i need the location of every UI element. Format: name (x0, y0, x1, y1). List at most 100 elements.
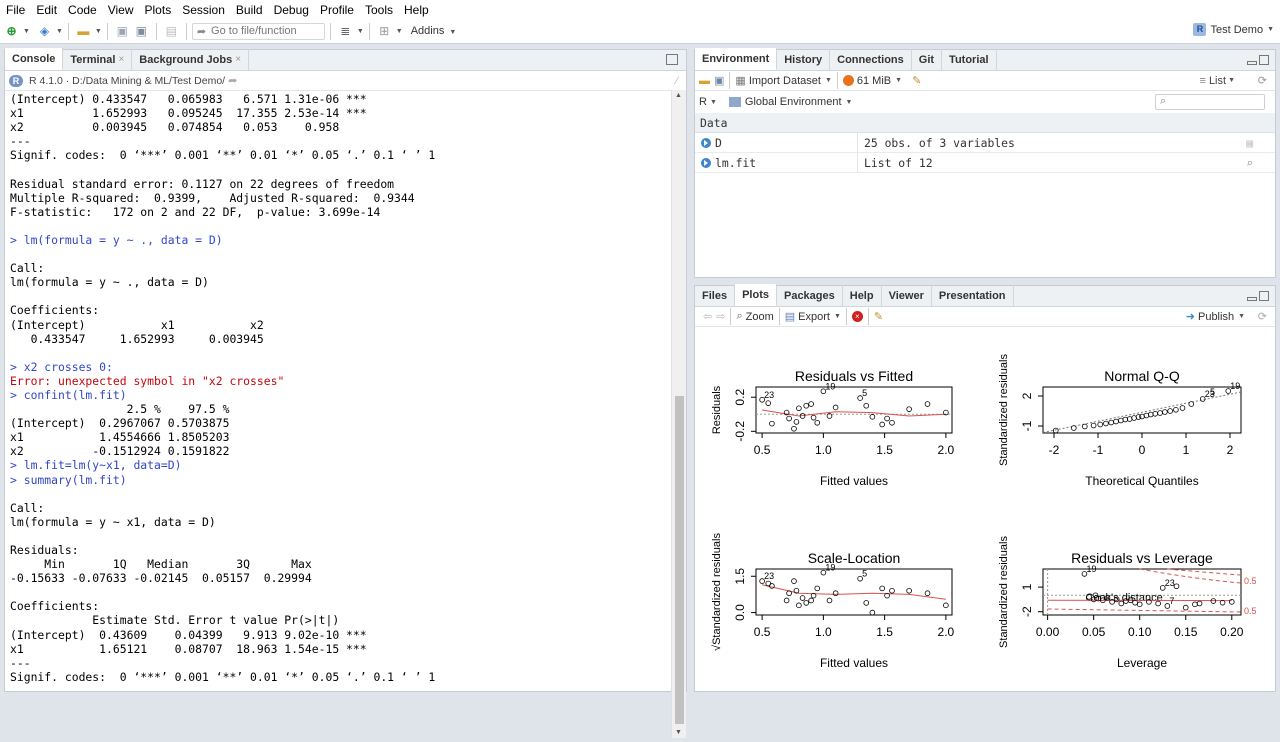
workspace-panes-icon[interactable]: ⊞ (376, 23, 393, 40)
point-label: 5 (862, 388, 867, 398)
refresh-icon[interactable]: ⟳ (1258, 74, 1267, 87)
broom-icon[interactable]: ✎ (912, 74, 921, 87)
tab-help[interactable]: Help (843, 285, 882, 306)
y-axis-label: Standardized residuals (998, 536, 1010, 648)
close-icon[interactable]: × (235, 54, 241, 65)
back-arrow-icon[interactable]: ⇦ (703, 310, 712, 323)
forward-arrow-icon[interactable]: ⇨ (716, 310, 725, 323)
tab-console[interactable]: Console (5, 48, 63, 70)
env-toolbar: ▬ ▣ ▦Import Dataset▼ 61 MiB▼ ✎ ≡List▼ ⟳ (695, 71, 1275, 91)
menu-file[interactable]: File (2, 3, 32, 17)
env-window-buttons[interactable] (1247, 55, 1269, 65)
load-workspace-icon[interactable]: ▬ (699, 75, 710, 87)
maximize-icon[interactable] (1259, 55, 1269, 65)
list-view-button[interactable]: ≡List▼ (1200, 75, 1235, 87)
language-select[interactable]: R▼ (699, 96, 717, 108)
env-search-input[interactable]: ⌕ (1155, 94, 1265, 110)
maximize-icon[interactable] (1259, 291, 1269, 301)
maximize-icon[interactable] (666, 54, 678, 65)
menu-profile[interactable]: Profile (316, 3, 361, 17)
tab-environment[interactable]: Environment (695, 48, 777, 70)
grid-view-icon[interactable]: ▦ (1246, 136, 1253, 150)
search-icon[interactable]: ⌕ (1246, 156, 1253, 170)
menu-view[interactable]: View (104, 3, 141, 17)
tab-git[interactable]: Git (912, 49, 942, 70)
new-file-icon[interactable]: ⊕ (3, 23, 20, 40)
console-path[interactable]: R 4.1.0 · D:/Data Mining & ML/Test Demo/ (29, 75, 225, 87)
menu-tools[interactable]: Tools (361, 3, 400, 17)
path-arrow-icon[interactable]: ➦ (228, 74, 237, 87)
menu-plots[interactable]: Plots (141, 3, 179, 17)
console-output-line (10, 585, 672, 599)
menu-edit[interactable]: Edit (32, 3, 64, 17)
clear-console-icon[interactable]: ⁄ (676, 75, 678, 87)
expand-icon[interactable] (701, 138, 711, 148)
data-point (796, 603, 801, 608)
save-icon[interactable]: ▣ (114, 23, 131, 40)
memory-usage[interactable]: 61 MiB▼ (843, 75, 902, 87)
x-tick-label: 1.0 (815, 625, 832, 639)
open-file-icon[interactable]: ▬ (75, 23, 92, 40)
tab-history[interactable]: History (777, 49, 830, 70)
data-point (1144, 413, 1149, 418)
remove-plot-icon[interactable]: × (852, 311, 863, 322)
close-icon[interactable]: × (118, 54, 124, 65)
env-row-d[interactable]: D 25 obs. of 3 variables▦ (695, 133, 1275, 153)
console-output[interactable]: (Intercept) 0.433547 0.065983 6.571 1.31… (10, 92, 672, 742)
plot-title: Normal Q-Q (1104, 368, 1180, 384)
console-output-line: (Intercept) x1 x2 (10, 318, 672, 332)
tab-presentation[interactable]: Presentation (932, 285, 1014, 306)
tab-plots[interactable]: Plots (735, 284, 777, 306)
scroll-down-icon[interactable]: ▼ (675, 729, 682, 736)
minimize-icon[interactable] (1247, 61, 1257, 65)
export-button[interactable]: ▤Export▼ (785, 310, 841, 323)
console-scrollbar[interactable]: ▲ ▼ (671, 90, 686, 738)
minimize-icon[interactable] (1247, 297, 1257, 301)
data-point (885, 416, 890, 421)
tab-terminal[interactable]: Terminal× (63, 49, 132, 70)
menu-build[interactable]: Build (232, 3, 270, 17)
data-point (804, 403, 809, 408)
expand-icon[interactable] (701, 158, 711, 168)
plots-window-buttons[interactable] (1247, 291, 1269, 301)
y-tick-label: -1 (1020, 420, 1034, 431)
goto-file-input[interactable]: ➦ Go to file/function (192, 23, 325, 40)
import-dataset-button[interactable]: ▦Import Dataset▼ (735, 74, 831, 87)
tab-files[interactable]: Files (695, 285, 735, 306)
save-all-icon[interactable]: ▣ (133, 23, 150, 40)
menu-session[interactable]: Session (178, 3, 232, 17)
env-row-lm-fit[interactable]: lm.fit List of 12⌕ (695, 153, 1275, 173)
scroll-up-icon[interactable]: ▲ (675, 92, 682, 99)
addins-menu[interactable]: Addins ▼ (411, 25, 457, 37)
build-icon[interactable]: ≣ (337, 23, 354, 40)
data-point (796, 406, 801, 411)
console-output-line (10, 162, 672, 176)
env-section-header: Data (695, 113, 1275, 133)
new-project-icon[interactable]: ◈ (36, 23, 53, 40)
tab-background-jobs[interactable]: Background Jobs× (132, 49, 249, 70)
broom-icon[interactable]: ✎ (874, 310, 883, 323)
smooth-line (762, 410, 946, 416)
save-workspace-icon[interactable]: ▣ (714, 74, 724, 87)
print-icon[interactable]: ▤ (163, 23, 180, 40)
menu-debug[interactable]: Debug (270, 3, 316, 17)
project-menu[interactable]: R Test Demo▼ (1193, 23, 1274, 36)
scope-select[interactable]: Global Environment▼ (729, 96, 853, 108)
menu-code[interactable]: Code (64, 3, 104, 17)
zoom-button[interactable]: ⌕Zoom (736, 310, 773, 323)
console-output-line: --- (10, 134, 672, 148)
data-point (907, 407, 912, 412)
y-tick-label: -0.2 (733, 421, 747, 442)
menu-help[interactable]: Help (400, 3, 436, 17)
data-point (766, 401, 771, 406)
scroll-thumb[interactable] (675, 396, 684, 724)
data-point (1173, 407, 1178, 412)
tab-tutorial[interactable]: Tutorial (942, 49, 997, 70)
data-point (800, 596, 805, 601)
console-command-line: > x2 crosses 0: (10, 360, 672, 374)
tab-connections[interactable]: Connections (830, 49, 912, 70)
tab-viewer[interactable]: Viewer (882, 285, 932, 306)
tab-packages[interactable]: Packages (777, 285, 843, 306)
publish-button[interactable]: ➜Publish▼ (1186, 310, 1245, 323)
refresh-icon[interactable]: ⟳ (1258, 310, 1267, 323)
